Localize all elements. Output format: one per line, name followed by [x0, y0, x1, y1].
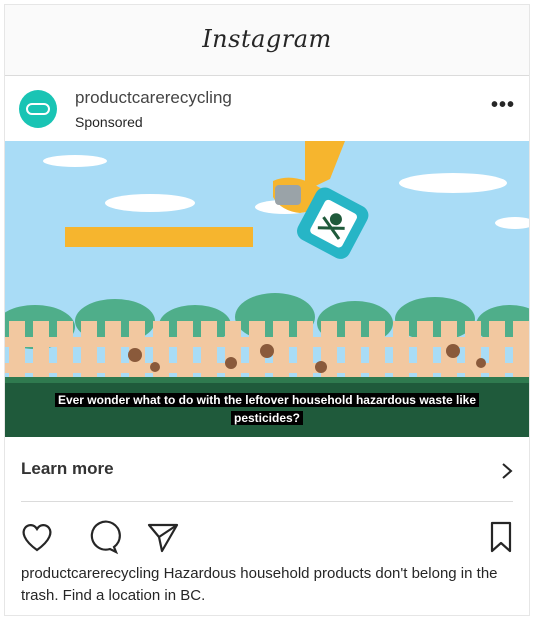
video-subtitle: Ever wonder what to do with the leftover…: [35, 391, 499, 427]
bookmark-icon[interactable]: [483, 519, 519, 555]
app-title: Instagram: [202, 25, 332, 53]
comment-icon[interactable]: [85, 519, 121, 555]
share-icon[interactable]: [145, 519, 181, 555]
divider: [21, 501, 513, 502]
post-header: productcarerecycling Sponsored •••: [5, 76, 529, 142]
post-caption: productcarerecycling Hazardous household…: [21, 565, 498, 604]
post-media[interactable]: Ever wonder what to do with the leftover…: [5, 141, 529, 437]
more-options-icon[interactable]: •••: [491, 94, 515, 117]
video-subtitle-text: Ever wonder what to do with the leftover…: [54, 393, 480, 425]
heart-icon[interactable]: [19, 519, 55, 555]
chevron-right-icon[interactable]: [499, 461, 515, 481]
post-username[interactable]: productcarerecycling: [75, 88, 232, 108]
instagram-post-frame: Instagram productcarerecycling Sponsored…: [4, 4, 530, 616]
post-actions: [5, 513, 529, 563]
avatar-logo-icon: [26, 103, 50, 115]
learn-more-row[interactable]: Learn more: [5, 437, 529, 507]
app-top-bar: Instagram: [5, 5, 529, 76]
sponsored-label: Sponsored: [75, 114, 143, 130]
avatar[interactable]: [19, 90, 57, 128]
learn-more-button[interactable]: Learn more: [21, 459, 114, 479]
